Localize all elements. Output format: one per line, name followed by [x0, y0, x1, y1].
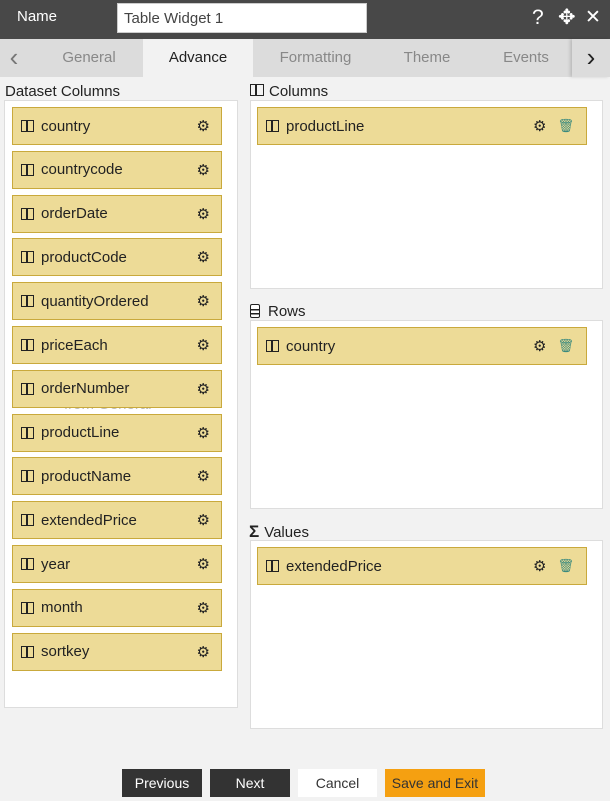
column-item[interactable]: sortkey ⚙ [12, 632, 222, 671]
column-name: country [41, 117, 91, 135]
save-and-exit-button[interactable]: Save and Exit [385, 769, 485, 797]
gear-icon[interactable]: ⚙ [197, 205, 210, 223]
column-name: year [41, 555, 71, 573]
column-icon [21, 295, 34, 308]
column-item[interactable]: countrycode ⚙ [12, 150, 222, 189]
gear-icon[interactable]: ⚙ [197, 292, 210, 310]
column-name: productName [41, 467, 132, 485]
column-name: orderDate [41, 205, 108, 223]
gear-icon[interactable]: ⚙ [197, 467, 210, 485]
move-icon[interactable]: ✥ [558, 6, 576, 30]
columns-title: Columns [250, 83, 328, 100]
trash-icon[interactable]: 🗑 [557, 558, 574, 574]
tab-scroll-left-icon[interactable]: ‹ [0, 39, 28, 77]
column-item[interactable]: productName ⚙ [12, 457, 222, 496]
next-button[interactable]: Next [210, 769, 290, 797]
name-input[interactable] [117, 3, 367, 33]
column-item[interactable]: extendedPrice ⚙ 🗑 [257, 547, 587, 585]
tab-bar: ‹ General Advance Formatting Theme Event… [0, 39, 610, 77]
column-icon [266, 120, 279, 132]
tab-formatting[interactable]: Formatting [253, 39, 378, 77]
column-name: sortkey [41, 643, 90, 661]
columns-icon [250, 84, 264, 96]
column-item[interactable]: priceEach ⚙ [12, 326, 222, 364]
column-item[interactable]: productLine ⚙ [12, 413, 222, 452]
column-icon [21, 470, 34, 483]
gear-icon[interactable]: ⚙ [197, 161, 210, 179]
column-icon [21, 558, 34, 570]
column-name: productCode [41, 248, 127, 266]
column-icon [21, 120, 34, 132]
name-label: Name [17, 8, 58, 25]
column-name: month [41, 599, 83, 617]
column-icon [21, 514, 34, 527]
column-icon [266, 560, 279, 572]
column-item[interactable]: orderNumber ⚙ [12, 369, 222, 408]
column-item[interactable]: country ⚙ 🗑 [257, 327, 587, 365]
column-item[interactable]: productLine ⚙ 🗑 [257, 107, 587, 145]
rows-title: Rows [250, 303, 306, 320]
previous-button[interactable]: Previous [122, 769, 202, 797]
dataset-columns-title: Dataset Columns [5, 83, 121, 100]
gear-icon[interactable]: ⚙ [197, 555, 210, 573]
header: Name ? ✥ ✕ [0, 0, 610, 39]
column-icon [21, 645, 34, 658]
cancel-button[interactable]: Cancel [298, 769, 377, 797]
column-name: orderNumber [41, 380, 130, 398]
gear-icon[interactable]: ⚙ [533, 337, 546, 355]
gear-icon[interactable]: ⚙ [197, 117, 210, 135]
close-icon[interactable]: ✕ [585, 6, 601, 30]
gear-icon[interactable]: ⚙ [533, 557, 546, 575]
rows-icon [250, 304, 260, 318]
tab-advance[interactable]: Advance [143, 39, 253, 77]
values-title: Σ Values [249, 522, 309, 542]
values-title-text: Values [264, 524, 309, 541]
trash-icon[interactable]: 🗑 [557, 338, 574, 354]
gear-icon[interactable]: ⚙ [533, 117, 546, 135]
column-icon [21, 251, 34, 264]
column-name: extendedPrice [41, 511, 137, 529]
column-icon [21, 163, 34, 176]
column-name: countrycode [41, 161, 123, 179]
trash-icon[interactable]: 🗑 [557, 118, 574, 134]
column-item[interactable]: country ⚙ [12, 107, 222, 145]
gear-icon[interactable]: ⚙ [197, 336, 210, 354]
column-name: priceEach [41, 336, 108, 354]
tab-events[interactable]: Events [476, 39, 576, 77]
column-icon [266, 340, 279, 352]
column-icon [21, 382, 34, 395]
column-item[interactable]: year ⚙ [12, 545, 222, 583]
gear-icon[interactable]: ⚙ [197, 511, 210, 529]
help-icon[interactable]: ? [532, 6, 544, 30]
column-name: productLine [286, 117, 365, 135]
column-item[interactable]: productCode ⚙ [12, 238, 222, 277]
column-item[interactable]: extendedPrice ⚙ [12, 501, 222, 540]
gear-icon[interactable]: ⚙ [197, 248, 210, 266]
sigma-icon: Σ [249, 522, 260, 541]
column-item[interactable]: quantityOrdered ⚙ [12, 282, 222, 321]
column-icon [21, 339, 34, 351]
tab-general[interactable]: General [35, 39, 143, 77]
rows-title-text: Rows [268, 303, 306, 320]
gear-icon[interactable]: ⚙ [197, 424, 210, 442]
tab-scroll-right-icon[interactable]: › [572, 39, 610, 77]
column-name: productLine [41, 424, 120, 442]
column-item[interactable]: month ⚙ [12, 588, 222, 627]
column-name: extendedPrice [286, 557, 382, 575]
gear-icon[interactable]: ⚙ [197, 380, 210, 398]
column-name: country [286, 337, 336, 355]
column-icon [21, 207, 34, 220]
column-icon [21, 426, 34, 439]
tab-theme[interactable]: Theme [378, 39, 476, 77]
columns-title-text: Columns [269, 83, 329, 100]
column-icon [21, 601, 34, 614]
gear-icon[interactable]: ⚙ [197, 643, 210, 661]
gear-icon[interactable]: ⚙ [197, 599, 210, 617]
column-item[interactable]: orderDate ⚙ [12, 194, 222, 233]
column-name: quantityOrdered [41, 292, 149, 310]
